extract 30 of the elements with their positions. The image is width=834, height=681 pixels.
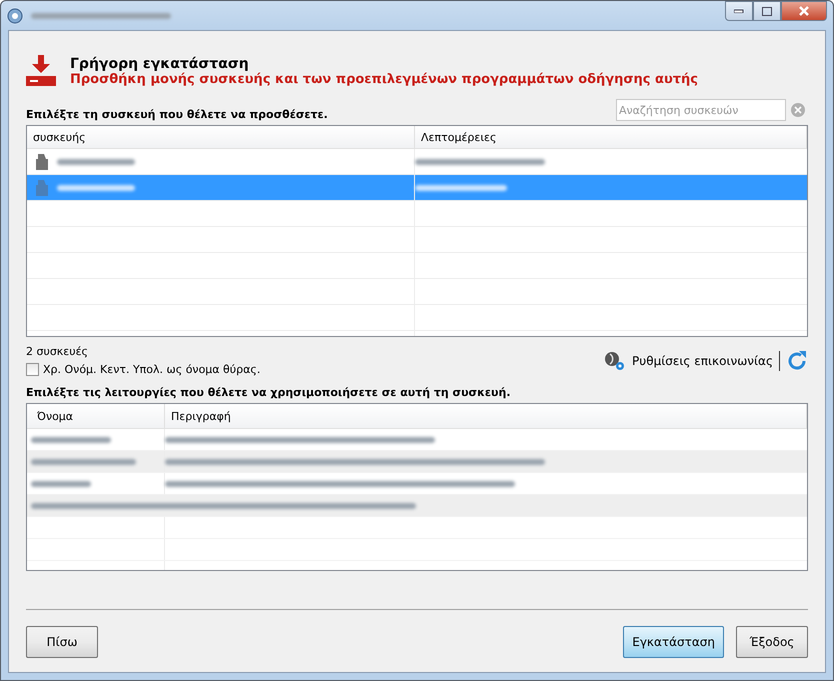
device-prompt: Επιλέξτε τη συσκευή που θέλετε να προσθέσετε. — [26, 108, 328, 121]
minimize-button[interactable] — [725, 1, 753, 21]
signal-gear-icon — [604, 350, 626, 372]
column-header[interactable]: Όνομα — [27, 404, 165, 428]
maximize-button[interactable] — [753, 1, 781, 21]
page-subtitle: Προσθήκη μονής συσκευής και των προεπιλεγμένων προγραμμάτων οδήγησης αυτής — [70, 72, 698, 86]
redacted-text — [31, 480, 91, 486]
function-prompt: Επιλέξτε τις λειτουργίες που θέλετε να χρησιμοποιήσετε σε αυτή τη συσκευή. — [26, 386, 512, 399]
close-button[interactable] — [781, 1, 827, 21]
exit-button[interactable]: Έξοδος — [736, 626, 808, 658]
close-icon — [798, 6, 810, 16]
search-field[interactable]: Αναζήτηση συσκευών — [616, 99, 786, 121]
minimize-icon — [734, 9, 744, 13]
maximize-icon — [762, 6, 772, 16]
download-icon — [26, 55, 56, 87]
checkbox[interactable] — [26, 363, 39, 376]
back-button[interactable]: Πίσω — [26, 626, 98, 658]
page-title: Γρήγορη εγκατάσταση — [70, 56, 250, 72]
checkbox-label: Χρ. Ονόμ. Κεντ. Υπολ. ως όνομα θύρας. — [43, 363, 260, 376]
comm-settings-link[interactable]: Ρυθμίσεις επικοινωνίας — [632, 354, 773, 368]
column-header[interactable]: Λεπτομέρειες — [415, 126, 807, 148]
column-header[interactable]: συσκευής — [27, 126, 415, 148]
refresh-icon[interactable] — [786, 350, 808, 372]
printer-icon — [35, 154, 49, 170]
device-row[interactable] — [27, 175, 807, 201]
column-header[interactable]: Περιγραφή — [165, 404, 807, 428]
app-icon — [7, 8, 23, 24]
printer-icon — [35, 180, 49, 196]
device-count: 2 συσκευές — [26, 345, 89, 358]
install-button[interactable]: Εγκατάσταση — [623, 626, 724, 658]
